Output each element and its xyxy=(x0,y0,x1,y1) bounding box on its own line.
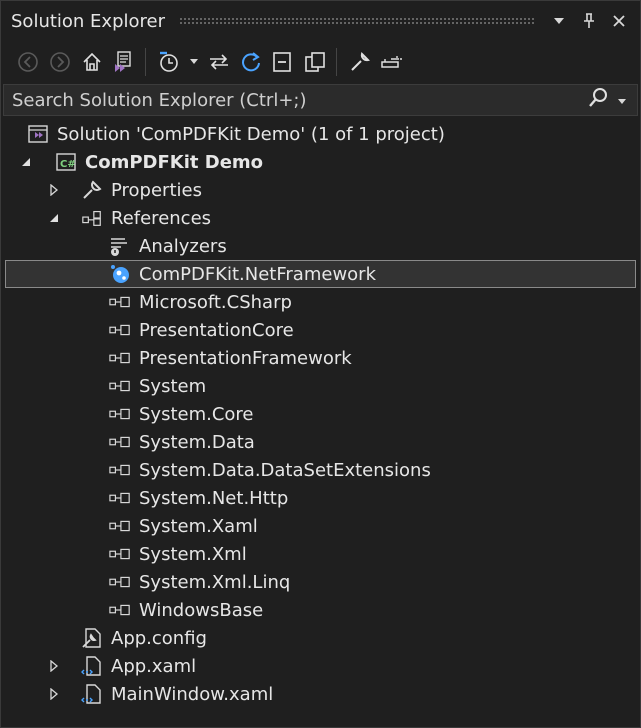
properties-label: Properties xyxy=(111,179,202,201)
tree-item-analyzers[interactable]: Analyzers xyxy=(1,232,640,260)
filter-dropdown-icon[interactable] xyxy=(186,47,202,77)
back-icon[interactable] xyxy=(13,47,43,77)
reference-label: PresentationFramework xyxy=(139,347,352,369)
tree-item-reference[interactable]: System xyxy=(1,372,640,400)
tree-item-app-xaml[interactable]: App.xaml xyxy=(1,652,640,680)
assembly-reference-icon xyxy=(109,403,131,425)
reference-label: Microsoft.CSharp xyxy=(139,291,292,313)
analyzers-icon xyxy=(109,235,131,257)
assembly-reference-icon xyxy=(109,487,131,509)
toolbar-separator xyxy=(336,48,337,76)
title-bar: Solution Explorer xyxy=(1,1,640,41)
solution-label: Solution 'ComPDFKit Demo' (1 of 1 projec… xyxy=(57,123,445,145)
tree-item-solution[interactable]: Solution 'ComPDFKit Demo' (1 of 1 projec… xyxy=(1,120,640,148)
tree-item-app-config[interactable]: App.config xyxy=(1,624,640,652)
references-label: References xyxy=(111,207,212,229)
reference-label: System.Data xyxy=(139,431,255,453)
tree-item-reference[interactable]: System.Core xyxy=(1,400,640,428)
assembly-reference-icon xyxy=(109,515,131,537)
tree-item-reference[interactable]: Microsoft.CSharp xyxy=(1,288,640,316)
assembly-reference-icon xyxy=(109,375,131,397)
file-label: MainWindow.xaml xyxy=(111,683,274,705)
sync-with-document-icon[interactable] xyxy=(204,47,234,77)
reference-label: System.Xml.Linq xyxy=(139,571,291,593)
assembly-reference-icon xyxy=(109,599,131,621)
nuget-package-icon xyxy=(109,263,131,285)
assembly-reference-icon xyxy=(109,291,131,313)
reference-label: ComPDFKit.NetFramework xyxy=(139,263,377,285)
reference-label: System xyxy=(139,375,207,397)
tree-item-compdfkit-netframework[interactable]: ComPDFKit.NetFramework xyxy=(5,260,636,288)
window-title: Solution Explorer xyxy=(11,10,165,32)
tree-item-reference[interactable]: System.Xml xyxy=(1,540,640,568)
search-bar xyxy=(3,84,638,116)
forward-icon[interactable] xyxy=(45,47,75,77)
drag-grip[interactable] xyxy=(179,17,536,25)
tree-item-properties[interactable]: Properties xyxy=(1,176,640,204)
reference-label: System.Data.DataSetExtensions xyxy=(139,459,431,481)
xaml-file-icon xyxy=(81,683,103,705)
search-icon[interactable] xyxy=(587,87,609,114)
config-file-icon xyxy=(81,627,103,649)
expand-icon[interactable] xyxy=(47,659,61,673)
expand-icon[interactable] xyxy=(47,183,61,197)
search-input[interactable] xyxy=(4,88,587,112)
svg-text:C#: C# xyxy=(60,159,76,170)
preview-selected-items-icon[interactable] xyxy=(377,47,407,77)
switch-views-icon[interactable] xyxy=(109,47,139,77)
tree-item-reference[interactable]: WindowsBase xyxy=(1,596,640,624)
assembly-reference-icon xyxy=(109,543,131,565)
tree-item-reference[interactable]: System.Net.Http xyxy=(1,484,640,512)
tree-item-reference[interactable]: PresentationCore xyxy=(1,316,640,344)
collapse-all-icon[interactable] xyxy=(268,47,298,77)
tree-item-reference[interactable]: PresentationFramework xyxy=(1,344,640,372)
assembly-reference-icon xyxy=(109,319,131,341)
assembly-reference-icon xyxy=(109,347,131,369)
solution-tree: Solution 'ComPDFKit Demo' (1 of 1 projec… xyxy=(1,120,640,708)
properties-wrench-icon[interactable] xyxy=(345,47,375,77)
tree-item-reference[interactable]: System.Xaml xyxy=(1,512,640,540)
reference-label: System.Xaml xyxy=(139,515,258,537)
assembly-reference-icon xyxy=(109,571,131,593)
home-icon[interactable] xyxy=(77,47,107,77)
wrench-icon xyxy=(81,179,103,201)
references-icon xyxy=(81,207,103,229)
toolbar xyxy=(1,42,640,82)
search-options-dropdown-icon[interactable] xyxy=(617,90,627,111)
close-icon[interactable] xyxy=(610,12,628,30)
assembly-reference-icon xyxy=(109,431,131,453)
reference-label: System.Core xyxy=(139,403,254,425)
reference-label: System.Net.Http xyxy=(139,487,289,509)
tree-item-reference[interactable]: System.Data.DataSetExtensions xyxy=(1,456,640,484)
tree-item-references[interactable]: References xyxy=(1,204,640,232)
reference-label: PresentationCore xyxy=(139,319,294,341)
assembly-reference-icon xyxy=(109,459,131,481)
show-all-files-icon[interactable] xyxy=(300,47,330,77)
tree-item-reference[interactable]: System.Data xyxy=(1,428,640,456)
tree-item-mainwindow-xaml[interactable]: MainWindow.xaml xyxy=(1,680,640,708)
collapse-icon[interactable] xyxy=(19,155,33,169)
reference-label: System.Xml xyxy=(139,543,247,565)
solution-icon xyxy=(27,123,49,145)
tree-item-reference[interactable]: System.Xml.Linq xyxy=(1,568,640,596)
reference-label: WindowsBase xyxy=(139,599,264,621)
pending-changes-filter-icon[interactable] xyxy=(154,47,184,77)
xaml-file-icon xyxy=(81,655,103,677)
refresh-icon[interactable] xyxy=(236,47,266,77)
toolbar-separator xyxy=(145,48,146,76)
collapse-icon[interactable] xyxy=(47,211,61,225)
reference-label: Analyzers xyxy=(139,235,227,257)
file-label: App.xaml xyxy=(111,655,197,677)
tree-item-project[interactable]: C# ComPDFKit Demo xyxy=(1,148,640,176)
project-label: ComPDFKit Demo xyxy=(85,151,264,173)
csharp-project-icon: C# xyxy=(55,151,77,173)
dropdown-icon[interactable] xyxy=(550,12,568,30)
expand-icon[interactable] xyxy=(47,687,61,701)
file-label: App.config xyxy=(111,627,207,649)
pin-icon[interactable] xyxy=(580,12,598,30)
